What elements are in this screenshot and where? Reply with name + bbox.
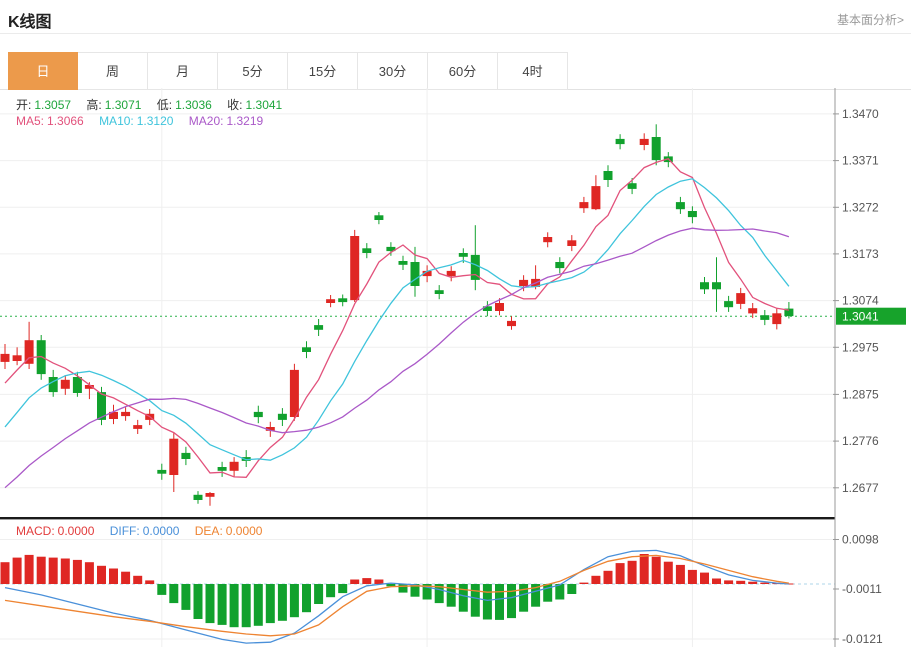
tab-period-3[interactable]: 5分: [218, 52, 288, 90]
macd-histogram: [1, 554, 794, 627]
ma20-value: 1.3219: [226, 114, 263, 128]
tab-period-2[interactable]: 月: [148, 52, 218, 90]
macd-legend: MACD:0.0000 DIFF:0.0000 DEA:0.0000: [16, 524, 274, 538]
kline-chart[interactable]: 开:1.3057 高: 1.3071 低:1.3036 收: 1.3041 MA5:…: [0, 88, 911, 647]
svg-text:-0.0121: -0.0121: [842, 632, 883, 646]
svg-text:1.2975: 1.2975: [842, 340, 879, 354]
tab-period-7[interactable]: 4时: [498, 52, 568, 90]
open-value: 1.3057: [34, 98, 71, 112]
panel-separator: [0, 517, 835, 519]
ma20-line: [5, 228, 789, 488]
candles-layer: [1, 124, 794, 505]
tab-period-6[interactable]: 60分: [428, 52, 498, 90]
current-price-badge: 1.3041: [836, 308, 906, 325]
svg-text:1.3041: 1.3041: [842, 310, 879, 324]
period-tabs: 日周月5分15分30分60分4时: [8, 52, 568, 90]
main-gridlines: [0, 114, 835, 488]
diff-label: DIFF:: [110, 524, 140, 538]
tab-period-0[interactable]: 日: [8, 52, 78, 90]
svg-text:1.3074: 1.3074: [842, 294, 879, 308]
ma5-value: 1.3066: [47, 114, 84, 128]
open-label: 开:: [16, 98, 31, 112]
period-tabbar: 日周月5分15分30分60分4时: [0, 52, 911, 90]
diff-value: 0.0000: [143, 524, 180, 538]
ma10-label: MA10:: [99, 114, 134, 128]
svg-text:1.2776: 1.2776: [842, 434, 879, 448]
tab-period-5[interactable]: 30分: [358, 52, 428, 90]
svg-text:1.2677: 1.2677: [842, 481, 879, 495]
tab-period-4[interactable]: 15分: [288, 52, 358, 90]
ma5-line: [5, 159, 789, 478]
svg-text:1.3470: 1.3470: [842, 107, 879, 121]
title-divider: [0, 33, 911, 34]
tab-period-1[interactable]: 周: [78, 52, 148, 90]
svg-text:1.3371: 1.3371: [842, 154, 879, 168]
ma10-value: 1.3120: [137, 114, 174, 128]
low-label: 低:: [157, 98, 172, 112]
fundamental-analysis-link[interactable]: 基本面分析>: [837, 11, 904, 28]
dea-value: 0.0000: [226, 524, 263, 538]
vertical-gridlines: [162, 88, 693, 647]
svg-text:0.0098: 0.0098: [842, 533, 879, 547]
page-title: K线图: [8, 8, 52, 32]
svg-text:1.3272: 1.3272: [842, 200, 879, 214]
svg-text:1.3173: 1.3173: [842, 247, 879, 261]
svg-text:1.2875: 1.2875: [842, 387, 879, 401]
macd-label: MACD:: [16, 524, 55, 538]
close-value: 1.3041: [246, 98, 283, 112]
high-value: 1.3071: [105, 98, 142, 112]
ma20-label: MA20:: [189, 114, 224, 128]
ohlc-legend: 开:1.3057 高: 1.3071 低:1.3036 收: 1.3041: [16, 96, 294, 113]
svg-text:-0.0011: -0.0011: [842, 582, 882, 596]
chart-canvas[interactable]: 1.3470 1.3371 1.3272 1.3173 1.3074 1.2975 1.28…: [0, 88, 911, 647]
ma10-line: [5, 179, 789, 460]
dea-label: DEA:: [195, 524, 223, 538]
kline-page: K线图 基本面分析> 日周月5分15分30分60分4时 开:1.3057 高:1…: [0, 0, 911, 647]
close-label: 收:: [227, 98, 242, 112]
ma5-label: MA5:: [16, 114, 44, 128]
high-label: 高:: [86, 98, 101, 112]
price-axis-labels: 1.3470 1.3371 1.3272 1.3173 1.3074 1.2975 1.28…: [833, 107, 879, 495]
low-value: 1.3036: [175, 98, 212, 112]
ma-legend: MA5:1.3066 MA10:1.3120 MA20:1.3219: [16, 114, 275, 128]
macd-axis-labels: 0.0098 -0.0011 -0.0121: [833, 533, 883, 647]
macd-value: 0.0000: [58, 524, 95, 538]
